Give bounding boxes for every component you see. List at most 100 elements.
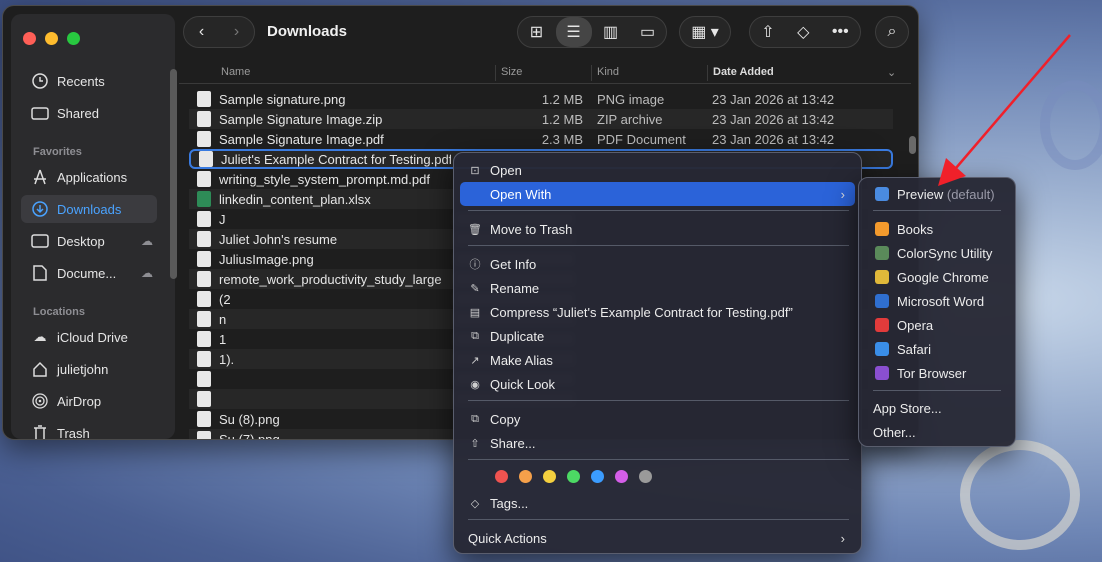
sidebar-item-applications[interactable]: Applications xyxy=(21,163,157,191)
column-size[interactable]: Size xyxy=(501,66,522,78)
group-icon: ▦ ▾ xyxy=(691,24,719,41)
file-row[interactable]: Sample Signature Image.pdf 2.3 MB PDF Docu… xyxy=(189,129,893,149)
menu-item-app[interactable]: Google Chrome xyxy=(865,265,1009,289)
minimize-window-button[interactable] xyxy=(45,32,58,45)
column-view-button[interactable]: ▥ xyxy=(593,17,629,47)
forward-button[interactable]: › xyxy=(219,17,254,47)
sidebar-item-desktop[interactable]: Desktop ☁ xyxy=(21,227,157,255)
menu-item-quick-actions[interactable]: Quick Actions › xyxy=(460,526,855,550)
search-icon: ⌕ xyxy=(887,23,897,40)
file-name: Juliet John's resume xyxy=(219,231,338,247)
sidebar-item-label: Trash xyxy=(57,425,90,440)
file-icon xyxy=(197,131,211,147)
app-icon xyxy=(875,270,889,284)
columns-icon: ▥ xyxy=(602,24,619,41)
sidebar-item-airdrop[interactable]: AirDrop xyxy=(21,387,157,415)
sidebar-item-label: Desktop xyxy=(57,233,105,249)
menu-item-share[interactable]: ⇧ Share... xyxy=(460,431,855,455)
tag-color-dot[interactable] xyxy=(519,470,532,483)
menu-item-app-store[interactable]: App Store... xyxy=(865,396,1009,420)
menu-item-app[interactable]: ColorSync Utility xyxy=(865,241,1009,265)
file-icon xyxy=(197,311,211,327)
menu-item-move-to-trash[interactable]: 🗑 Move to Trash xyxy=(460,217,855,241)
file-date: 23 Jan 2026 at 13:42 xyxy=(712,131,835,147)
duplicate-icon: ⧉ xyxy=(471,329,479,342)
app-icon xyxy=(875,342,889,356)
view-switcher: ⊞ ☰ ▥ ▭ xyxy=(517,16,667,48)
menu-item-app[interactable]: Safari xyxy=(865,337,1009,361)
list-view-button[interactable]: ☰ xyxy=(555,17,592,47)
file-icon xyxy=(199,151,213,167)
file-name: (2 xyxy=(219,291,231,307)
sidebar-item-documents[interactable]: Docume... ☁ xyxy=(21,259,157,287)
more-icon[interactable]: ••• xyxy=(832,23,849,41)
file-kind: ZIP archive xyxy=(597,111,663,127)
close-window-button[interactable] xyxy=(23,32,36,45)
menu-item-rename[interactable]: ✎ Rename xyxy=(460,276,855,300)
sidebar-scrollbar[interactable] xyxy=(170,69,177,279)
trash-icon: 🗑 xyxy=(468,223,482,236)
sidebar-item-shared[interactable]: Shared xyxy=(21,99,157,127)
tag-color-dot[interactable] xyxy=(591,470,604,483)
tag-color-dot[interactable] xyxy=(615,470,628,483)
menu-item-tags[interactable]: ◇ Tags... xyxy=(460,491,855,515)
group-button[interactable]: ▦ ▾ xyxy=(679,16,731,48)
menu-item-copy[interactable]: ⧉ Copy xyxy=(460,407,855,431)
file-row[interactable]: Sample signature.png 1.2 MB PNG image 23 Ja… xyxy=(189,89,893,109)
menu-item-open-with[interactable]: Open With › xyxy=(460,182,855,206)
column-date-added[interactable]: Date Added xyxy=(713,66,774,78)
column-kind[interactable]: Kind xyxy=(597,66,619,78)
menu-item-open[interactable]: ⊡ Open xyxy=(460,158,855,182)
sidebar-item-home[interactable]: julietjohn xyxy=(21,355,157,383)
menu-item-other[interactable]: Other... xyxy=(865,420,1009,444)
column-name[interactable]: Name xyxy=(221,66,250,78)
menu-label: Opera xyxy=(897,317,934,333)
menu-label: Duplicate xyxy=(490,328,545,344)
file-icon xyxy=(197,171,211,187)
sidebar-item-downloads[interactable]: Downloads xyxy=(21,195,157,223)
tag-color-dot[interactable] xyxy=(639,470,652,483)
file-name: Sample signature.png xyxy=(219,91,346,107)
file-size: 2.3 MB xyxy=(541,131,583,147)
tag-color-dot[interactable] xyxy=(495,470,508,483)
menu-label: Copy xyxy=(490,411,521,427)
menu-item-get-info[interactable]: ⓘ Get Info xyxy=(460,252,855,276)
menu-item-duplicate[interactable]: ⧉ Duplicate xyxy=(460,324,855,348)
share-icon[interactable]: ⇧ xyxy=(761,22,774,42)
file-icon xyxy=(197,251,211,267)
window-title: Downloads xyxy=(267,23,348,40)
file-kind: PDF Document xyxy=(597,131,686,147)
locations-heading: Locations xyxy=(33,306,85,318)
tag-color-dot[interactable] xyxy=(567,470,580,483)
sidebar-item-recents[interactable]: Recents xyxy=(21,67,157,95)
menu-item-app[interactable]: Books xyxy=(865,217,1009,241)
zoom-window-button[interactable] xyxy=(67,32,80,45)
menu-label: Safari xyxy=(897,341,931,357)
menu-item-make-alias[interactable]: ↗ Make Alias xyxy=(460,348,855,372)
menu-item-app[interactable]: Microsoft Word xyxy=(865,289,1009,313)
nav-buttons: ‹ › xyxy=(183,16,255,48)
sidebar-item-icloud-drive[interactable]: ☁ iCloud Drive xyxy=(21,323,157,351)
menu-item-quick-look[interactable]: ◉ Quick Look xyxy=(460,372,855,396)
tag-icon[interactable]: ◇ xyxy=(797,22,809,42)
file-name: JuliusImage.png xyxy=(219,251,314,267)
menu-item-app[interactable]: Tor Browser xyxy=(865,361,1009,385)
tag-color-dot[interactable] xyxy=(543,470,556,483)
file-icon xyxy=(197,371,211,387)
menu-item-compress[interactable]: ▤ Compress “Juliet's Example Contract for… xyxy=(460,300,855,324)
info-icon: ⓘ xyxy=(469,259,481,271)
back-button[interactable]: ‹ xyxy=(184,17,219,47)
downloads-icon xyxy=(29,201,51,217)
file-name: Su (7).png xyxy=(219,431,280,440)
action-buttons: ⇧ ◇ ••• xyxy=(749,16,861,48)
search-button[interactable]: ⌕ xyxy=(875,16,909,48)
file-row[interactable]: Sample Signature Image.zip 1.2 MB ZIP arch… xyxy=(189,109,893,129)
sidebar-item-label: julietjohn xyxy=(57,361,109,377)
file-list-scrollbar[interactable] xyxy=(909,136,916,154)
open-icon: ⊡ xyxy=(470,164,480,177)
menu-item-app[interactable]: Opera xyxy=(865,313,1009,337)
gallery-view-button[interactable]: ▭ xyxy=(630,17,666,47)
sidebar-item-trash[interactable]: Trash xyxy=(21,419,157,440)
pencil-icon: ✎ xyxy=(470,282,480,295)
icon-view-button[interactable]: ⊞ xyxy=(519,17,555,47)
